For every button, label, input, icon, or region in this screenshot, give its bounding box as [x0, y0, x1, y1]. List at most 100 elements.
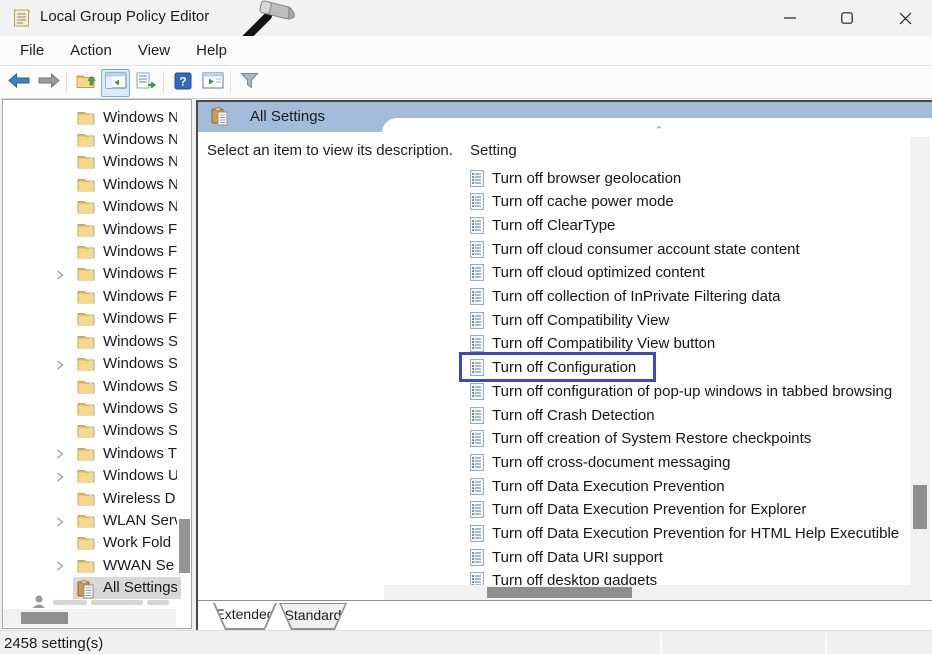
- menu-action[interactable]: Action: [58, 38, 124, 63]
- setting-row[interactable]: Turn off configuration of pop-up windows…: [462, 380, 892, 402]
- show-console-tree-button[interactable]: [101, 69, 130, 97]
- setting-row[interactable]: Turn off cloud optimized content: [462, 262, 705, 284]
- close-button[interactable]: [882, 0, 928, 36]
- maximize-button[interactable]: [824, 0, 870, 36]
- minimize-button[interactable]: [767, 0, 813, 36]
- tree-item-label: Windows N: [103, 198, 177, 215]
- tree-item-windows-f[interactable]: Windows F: [3, 308, 191, 330]
- setting-row[interactable]: Turn off browser geolocation: [462, 167, 681, 189]
- setting-label: Turn off creation of System Restore chec…: [492, 430, 811, 447]
- up-one-level-icon: [76, 72, 96, 94]
- back-arrow-button[interactable]: [4, 69, 33, 97]
- chevron-right-icon[interactable]: [55, 559, 65, 571]
- tree-item-windows-s[interactable]: Windows S: [3, 375, 191, 397]
- chevron-right-icon[interactable]: [55, 447, 65, 459]
- list-vertical-scrollbar[interactable]: [910, 137, 930, 600]
- setting-doc-icon: [470, 288, 484, 305]
- up-one-level-button[interactable]: [71, 69, 100, 97]
- status-separator: [660, 633, 662, 654]
- tree-item-windows-s[interactable]: Windows S: [3, 397, 191, 419]
- toolbar-separator: [163, 71, 164, 93]
- help-button[interactable]: ?: [168, 69, 197, 97]
- menu-bar: FileActionViewHelp: [0, 36, 932, 66]
- tree-item-label: Windows S: [103, 422, 177, 439]
- tree-item-label: WLAN Serv: [103, 512, 177, 529]
- tree-item-windows-t[interactable]: Windows T: [3, 442, 191, 464]
- tree-item-windows-f[interactable]: Windows F: [3, 263, 191, 285]
- tree-item-windows-f[interactable]: Windows F: [3, 241, 191, 263]
- all-settings-icon: [77, 580, 95, 595]
- setting-label: Turn off cross-document messaging: [492, 454, 730, 471]
- tree-item-label: Windows S: [103, 378, 177, 395]
- tree-item-work-fold[interactable]: Work Fold: [3, 532, 191, 554]
- tree-item-label: Windows S: [103, 400, 177, 417]
- all-settings-icon: [211, 107, 231, 127]
- setting-label: Turn off Data URI support: [492, 549, 663, 566]
- tree-item-windows-n[interactable]: Windows N: [3, 128, 191, 150]
- tab-label: Standard: [285, 607, 342, 623]
- setting-row[interactable]: Turn off Configuration: [462, 357, 636, 379]
- setting-row[interactable]: Turn off Data Execution Prevention: [462, 475, 725, 497]
- setting-row[interactable]: Turn off collection of InPrivate Filteri…: [462, 286, 780, 308]
- tree-item-label: Windows T: [103, 445, 177, 462]
- folder-icon: [77, 535, 95, 550]
- toolbar-separator: [66, 71, 67, 93]
- export-list-button[interactable]: [131, 69, 160, 97]
- setting-row[interactable]: Turn off creation of System Restore chec…: [462, 428, 811, 450]
- setting-label: Turn off Data Execution Prevention for E…: [492, 501, 806, 518]
- folder-icon: [77, 513, 95, 528]
- setting-row[interactable]: Turn off cloud consumer account state co…: [462, 238, 800, 260]
- setting-label: Turn off collection of InPrivate Filteri…: [492, 288, 780, 305]
- setting-row[interactable]: Turn off Crash Detection: [462, 404, 655, 426]
- menu-file[interactable]: File: [8, 38, 56, 63]
- scroll-up-chevron-icon[interactable]: ⌃: [652, 126, 666, 136]
- setting-row[interactable]: Turn off cross-document messaging: [462, 451, 730, 473]
- setting-row[interactable]: Turn off Data Execution Prevention for H…: [462, 523, 899, 545]
- tree-item-windows-n[interactable]: Windows N: [3, 196, 191, 218]
- tree-horizontal-scrollbar-thumb[interactable]: [21, 612, 68, 624]
- list-vertical-scrollbar-thumb[interactable]: [913, 485, 927, 529]
- folder-icon: [77, 289, 95, 304]
- tree-item-windows-u[interactable]: Windows U: [3, 465, 191, 487]
- tree-item-windows-s[interactable]: Windows S: [3, 353, 191, 375]
- list-horizontal-scrollbar[interactable]: [384, 585, 910, 600]
- setting-doc-icon: [470, 193, 484, 210]
- setting-label: Turn off Compatibility View button: [492, 335, 715, 352]
- show-window-button[interactable]: [198, 69, 227, 97]
- svg-text:?: ?: [179, 74, 186, 88]
- setting-row[interactable]: Turn off Compatibility View: [462, 309, 669, 331]
- chevron-right-icon[interactable]: [55, 268, 65, 280]
- title-bar: Local Group Policy Editor: [0, 0, 932, 36]
- tree-item-wireless-d[interactable]: Wireless D: [3, 487, 191, 509]
- setting-row[interactable]: Turn off Data Execution Prevention for E…: [462, 499, 806, 521]
- tree-item-windows-n[interactable]: Windows N: [3, 106, 191, 128]
- tree-item-windows-n[interactable]: Windows N: [3, 173, 191, 195]
- tree-item-windows-s[interactable]: Windows S: [3, 330, 191, 352]
- chevron-right-icon[interactable]: [55, 358, 65, 370]
- toolbar-separator: [230, 71, 231, 93]
- setting-label: Turn off configuration of pop-up windows…: [492, 383, 892, 400]
- menu-view[interactable]: View: [126, 38, 182, 63]
- tree-vertical-scrollbar-thumb[interactable]: [179, 519, 190, 573]
- tree-item-windows-s[interactable]: Windows S: [3, 420, 191, 442]
- setting-row[interactable]: Turn off ClearType: [462, 214, 615, 236]
- tree-item-windows-f[interactable]: Windows F: [3, 218, 191, 240]
- menu-help[interactable]: Help: [184, 38, 239, 63]
- tree-item-wwan-se[interactable]: WWAN Se: [3, 554, 191, 576]
- setting-row[interactable]: Turn off cache power mode: [462, 191, 674, 213]
- tree-item-windows-f[interactable]: Windows F: [3, 285, 191, 307]
- tab-standard[interactable]: Standard: [279, 603, 347, 630]
- setting-label: Turn off Crash Detection: [492, 407, 655, 424]
- chevron-right-icon[interactable]: [55, 470, 65, 482]
- tree-item-windows-n[interactable]: Windows N: [3, 151, 191, 173]
- setting-row[interactable]: Turn off Data URI support: [462, 546, 663, 568]
- forward-arrow-button[interactable]: [34, 69, 63, 97]
- partial-tree-row: [27, 595, 177, 609]
- tree-horizontal-scrollbar[interactable]: [4, 609, 176, 627]
- list-horizontal-scrollbar-thumb[interactable]: [487, 587, 632, 598]
- tree-item-wlan-serv[interactable]: WLAN Serv: [3, 510, 191, 532]
- filter-button[interactable]: [235, 69, 264, 97]
- back-arrow-icon: [8, 73, 30, 93]
- setting-column-header[interactable]: Setting: [470, 142, 517, 159]
- chevron-right-icon[interactable]: [55, 515, 65, 527]
